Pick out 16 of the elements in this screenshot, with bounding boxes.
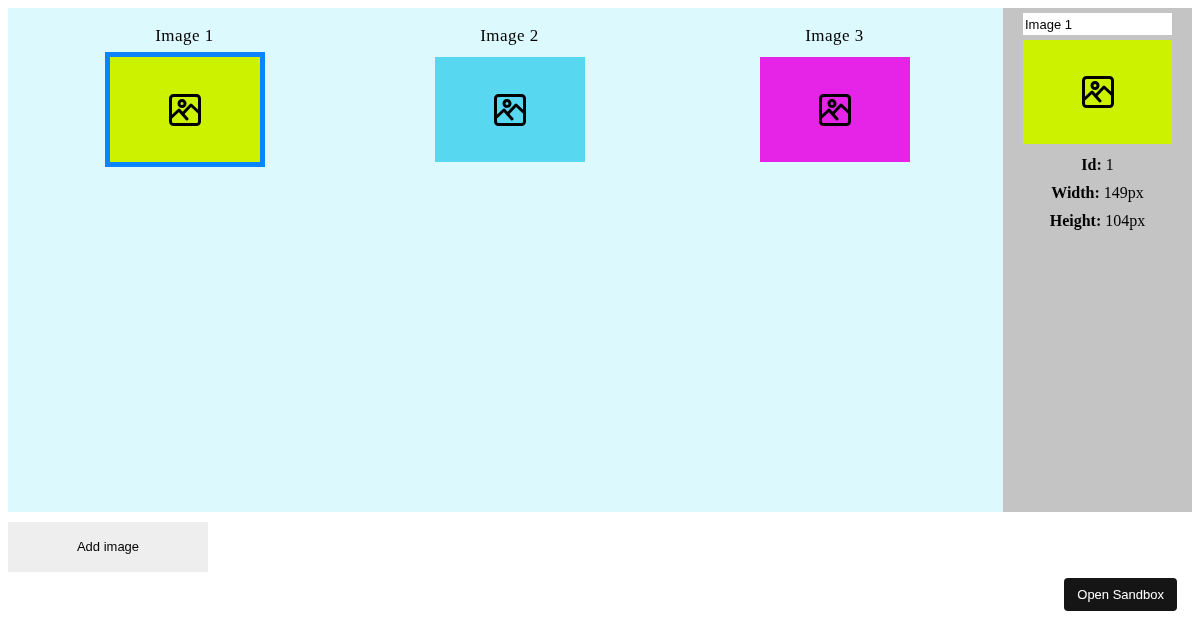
picture-icon [493,93,526,126]
property-text: Width: 149px [1051,183,1144,204]
image-title: Image 1 [155,25,214,47]
property-text: Height: 104px [1049,211,1146,232]
picture-icon [168,93,201,126]
picture-icon [1081,76,1114,108]
open-sandbox-button[interactable]: Open Sandbox [1064,578,1177,611]
add-image-button[interactable]: Add image [8,522,208,572]
image-tile[interactable] [104,52,265,167]
picture-icon [818,93,851,126]
property-text: Id: 1 [1081,155,1114,175]
image-title: Image 3 [805,25,864,47]
name-input[interactable]: Image 1 [1023,13,1172,35]
image-title: Image 2 [480,25,539,47]
image-tile[interactable] [759,57,910,162]
image-tile[interactable] [434,57,585,162]
